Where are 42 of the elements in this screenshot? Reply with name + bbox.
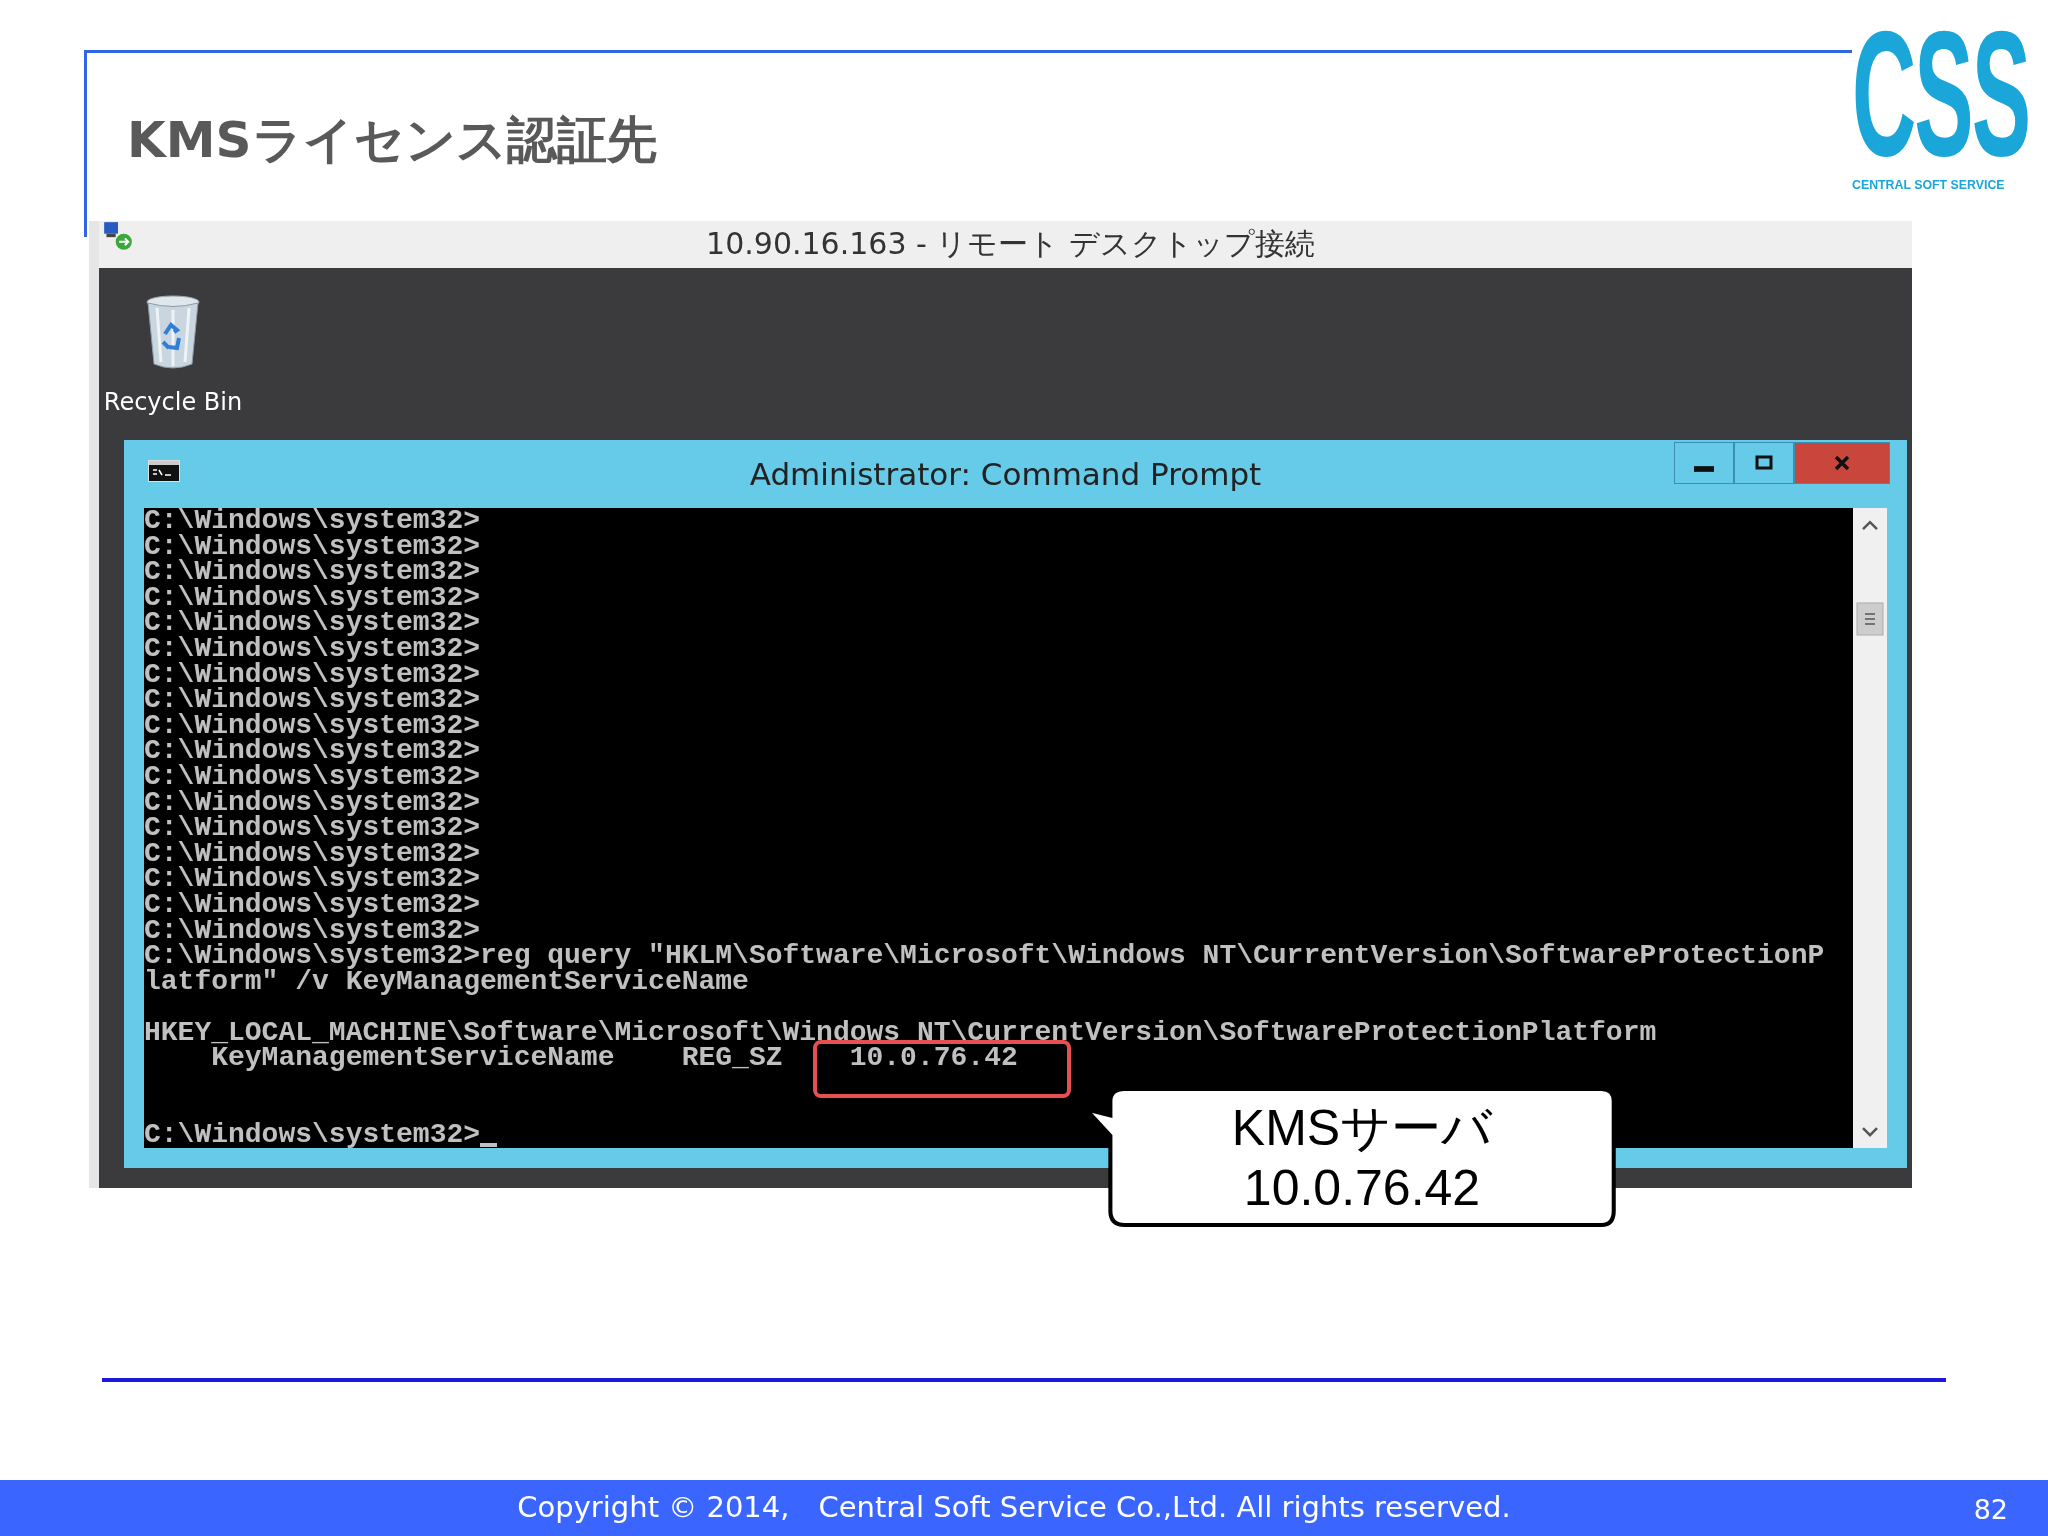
logo-letters: CSS [1852,19,2029,169]
maximize-button[interactable] [1734,442,1794,484]
console-line: latform" /v KeyManagementServiceName [144,968,749,995]
console-line: HKEY_LOCAL_MACHINE\Software\Microsoft\Windows NT\CurrentVersion\SoftwareProtectionPlatform [144,1019,1657,1046]
maximize-icon [1754,453,1774,473]
console-line: C:\Windows\system32> [144,815,481,841]
console-line: C:\Windows\system32> [144,1122,481,1148]
console-line: KeyManagementServiceName REG_SZ 10.0.76.42 [211,1045,1018,1072]
scroll-thumb[interactable] [1856,602,1884,636]
console-line: C:\Windows\system32> [144,866,481,892]
window-title: 10.90.16.163 - リモート デスクトップ接続 [706,225,1315,263]
console-icon [148,460,180,482]
console-line: C:\Windows\system32> [144,687,481,713]
close-icon [1832,453,1852,473]
console-line: C:\Windows\system32> [144,763,481,790]
console-line: C:\Windows\system32> [144,533,481,560]
console-line: C:\Windows\system32> [144,712,481,739]
minimize-icon [1694,466,1714,472]
scrollbar[interactable] [1853,508,1887,1148]
console-line: C:\Windows\system32>reg query "HKLM\Software\Microsoft\Windows NT\CurrentVersion\SoftwareProtectionP [144,943,1825,969]
console-line: C:\Windows\system32> [144,917,481,944]
desktop-icon-label[interactable]: Recycle Bin [103,388,243,416]
slide-title: KMSライセンス認証先 [127,109,657,171]
console-line: C:\Windows\system32> [144,610,481,636]
minimize-button[interactable] [1674,442,1734,484]
console-line: C:\Windows\system32> [144,789,481,816]
remote-desktop-icon [103,221,133,251]
page-number: 82 [1973,1494,2008,1525]
callout-text: 10.0.76.42 [1243,1159,1481,1218]
console-line: C:\Windows\system32> [144,891,481,918]
console-line: C:\Windows\system32> [144,840,481,867]
console-line: C:\Windows\system32> [144,508,481,534]
logo-tagline: CENTRAL SOFT SERVICE [1852,177,2005,192]
console-line: C:\Windows\system32> [144,635,481,662]
copyright-text: Copyright © 2014, Central Soft Service Co.,Ltd. All rights reserved. [517,1489,1511,1526]
console-line: C:\Windows\system32> [144,661,481,688]
callout-text: KMSサーバ [1231,1099,1493,1158]
close-button[interactable] [1794,442,1890,484]
console-line: C:\Windows\system32> [144,584,481,611]
console-line: C:\Windows\system32> [144,559,481,585]
console-line: C:\Windows\system32> [144,738,481,764]
window-title: Administrator: Command Prompt [749,456,1262,492]
